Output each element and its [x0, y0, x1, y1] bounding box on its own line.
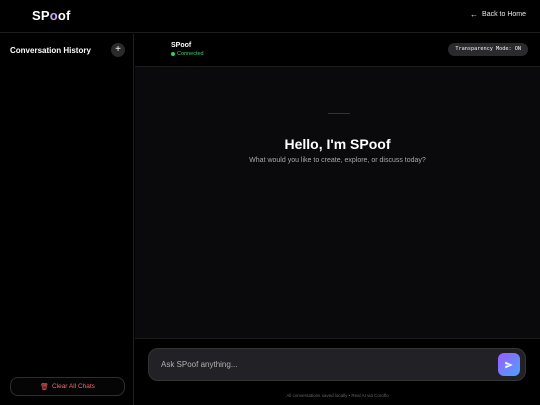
clear-label: Clear All Chats — [51, 383, 95, 390]
transparency-mode-badge[interactable]: Transparency Mode: ON — [448, 43, 528, 56]
logo-part: P — [40, 8, 50, 23]
send-button[interactable] — [498, 353, 520, 376]
app-logo[interactable]: SPoof — [32, 8, 71, 23]
footer-note: All conversations saved locally • Real A… — [286, 393, 389, 398]
status-dot-icon — [171, 52, 175, 56]
logo-part: S — [32, 8, 41, 23]
arrow-left-icon: ← — [470, 10, 479, 19]
status-text: Connected — [177, 51, 204, 57]
greeting-heading: Hello, I'm SPoof — [284, 136, 391, 152]
sidebar: Conversation History + 🗑 Clear All Chats — [0, 34, 134, 405]
message-input-container — [148, 348, 526, 381]
chat-header: SPoof Connected Transparency Mode: ON — [135, 34, 540, 67]
message-input[interactable] — [161, 349, 491, 380]
greeting-subtitle: What would you like to create, explore, … — [249, 157, 426, 164]
sidebar-title: Conversation History — [10, 46, 91, 55]
divider — [328, 113, 350, 114]
top-bar: SPoof ← Back to Home — [0, 0, 540, 33]
connection-status: Connected — [171, 51, 204, 57]
back-label: Back to Home — [482, 11, 526, 18]
composer: All conversations saved locally • Real A… — [135, 338, 540, 405]
send-icon — [505, 361, 513, 368]
chat-panel: SPoof Connected Transparency Mode: ON He… — [135, 34, 540, 405]
new-chat-button[interactable]: + — [111, 43, 125, 57]
back-to-home-link[interactable]: ← Back to Home — [470, 10, 526, 19]
trash-icon: 🗑 — [40, 383, 49, 391]
logo-part: of — [57, 8, 71, 23]
bot-name: SPoof — [171, 42, 192, 49]
clear-all-chats-button[interactable]: 🗑 Clear All Chats — [10, 377, 125, 396]
logo-part: o — [49, 8, 58, 23]
